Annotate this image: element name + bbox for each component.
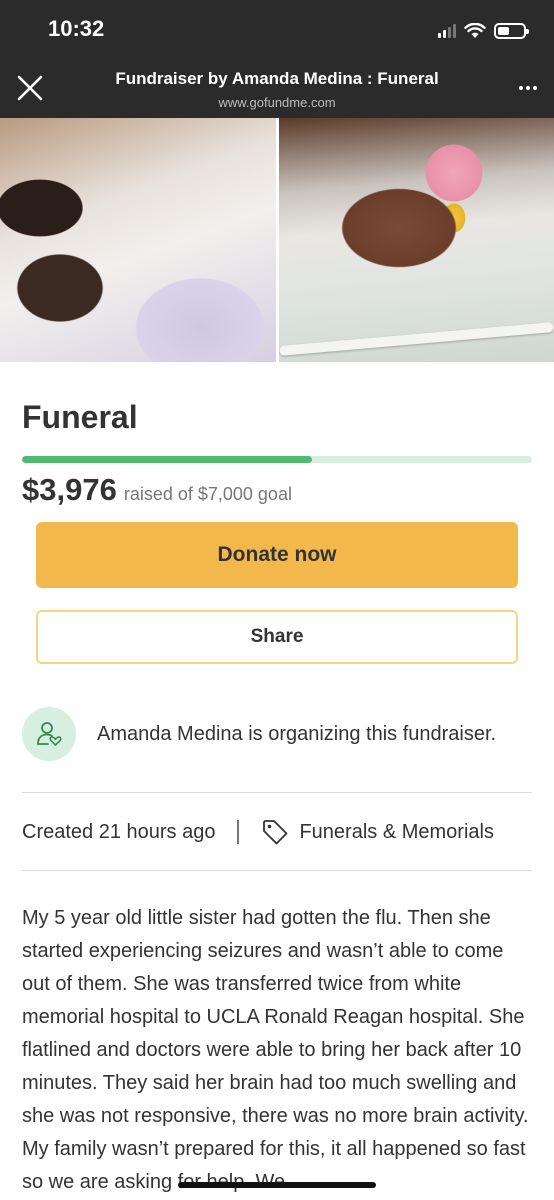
close-button[interactable] <box>12 70 48 106</box>
share-button[interactable]: Share <box>36 610 518 664</box>
hospital-photo-left[interactable] <box>0 118 276 362</box>
fundraiser-meta: Created 21 hours ago Funerals & Memorial… <box>22 814 532 850</box>
more-options-button[interactable] <box>514 74 542 102</box>
page-title: Fundraiser by Amanda Medina : Funeral <box>115 69 439 88</box>
meta-separator <box>237 820 240 844</box>
page-url: www.gofundme.com <box>218 95 336 110</box>
organizer-text: Amanda Medina is organizing this fundrai… <box>97 722 497 745</box>
status-icons <box>438 20 529 42</box>
organizer-avatar <box>22 707 76 761</box>
browser-header: Fundraiser by Amanda Medina : Funeral ww… <box>0 60 554 118</box>
organizer-heart-person-icon <box>37 722 62 746</box>
raised-summary: $3,976 raised of $7,000 goal <box>22 472 292 508</box>
organizer-row[interactable]: Amanda Medina is organizing this fundrai… <box>22 706 532 762</box>
status-time: 10:32 <box>48 16 105 41</box>
status-bar: 10:32 <box>0 0 554 60</box>
hospital-photo-right[interactable] <box>279 118 554 362</box>
fundraiser-photos <box>0 118 554 362</box>
fundraiser-story: My 5 year old little sister had gotten t… <box>22 907 529 1193</box>
divider <box>22 870 532 871</box>
battery-icon <box>494 23 529 39</box>
close-icon <box>17 75 43 101</box>
donate-button[interactable]: Donate now <box>36 522 518 588</box>
category-label: Funerals & Memorials <box>299 820 494 843</box>
more-options-icon <box>519 86 523 90</box>
fundraiser-title: Funeral <box>22 399 138 435</box>
raised-amount: $3,976 <box>22 472 117 507</box>
tag-icon <box>263 820 288 845</box>
cellular-signal-icon <box>438 24 456 38</box>
category-link[interactable]: Funerals & Memorials <box>261 818 494 846</box>
home-indicator[interactable] <box>178 1182 376 1188</box>
raised-goal-text: raised of $7,000 goal <box>123 484 292 504</box>
created-date: Created 21 hours ago <box>22 820 216 843</box>
progress-fill <box>22 456 312 463</box>
wifi-icon <box>464 23 486 38</box>
divider <box>22 792 532 793</box>
progress-bar <box>22 456 532 463</box>
